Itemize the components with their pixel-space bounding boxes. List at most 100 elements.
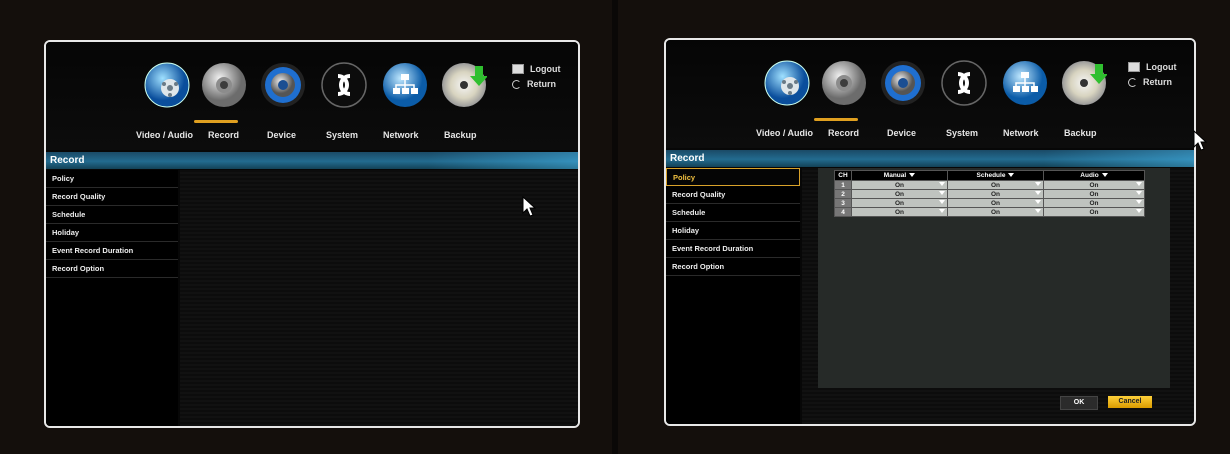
sidebar-item-event-record-duration[interactable]: Event Record Duration — [666, 240, 800, 258]
video-audio-icon[interactable] — [144, 62, 190, 108]
ok-button[interactable]: OK — [1060, 396, 1098, 410]
audio-value: On — [1089, 199, 1099, 207]
menu-title: Record — [670, 153, 705, 164]
table-row: 1 On On On — [834, 180, 1145, 190]
left-screenshot: Video / Audio Record Device System Netwo… — [0, 0, 612, 454]
manual-select[interactable]: On — [851, 189, 948, 199]
manual-select[interactable]: On — [851, 198, 948, 208]
schedule-select[interactable]: On — [947, 189, 1044, 199]
sidebar-item-record-option[interactable]: Record Option — [46, 260, 178, 278]
cancel-button[interactable]: Cancel — [1108, 396, 1152, 408]
chevron-down-icon — [1101, 173, 1108, 178]
nav-label-video-audio[interactable]: Video / Audio — [756, 128, 813, 138]
table-header-row: CH Manual Schedule Audio — [834, 170, 1145, 181]
menu-title: Record — [50, 155, 85, 166]
active-tab-indicator — [814, 118, 858, 121]
top-navigation: Video / Audio Record Device System Netwo… — [666, 40, 1194, 148]
dvr-menu-window: Video / Audio Record Device System Netwo… — [664, 38, 1196, 426]
manual-select[interactable]: On — [851, 180, 948, 190]
dropdown-arrow-icon — [1136, 191, 1142, 195]
logout-button[interactable]: Logout — [512, 64, 561, 74]
schedule-select[interactable]: On — [947, 180, 1044, 190]
sidebar-item-holiday[interactable]: Holiday — [46, 224, 178, 242]
backup-icon[interactable] — [441, 62, 487, 108]
nav-label-device[interactable]: Device — [887, 128, 916, 138]
record-icon[interactable] — [201, 62, 247, 108]
channel-number: 3 — [834, 198, 852, 208]
nav-label-record[interactable]: Record — [208, 130, 239, 140]
network-icon[interactable] — [1002, 60, 1048, 106]
mouse-cursor — [522, 196, 536, 217]
sidebar-item-record-quality[interactable]: Record Quality — [46, 188, 178, 206]
sidebar-item-record-option[interactable]: Record Option — [666, 258, 800, 276]
manual-value: On — [894, 208, 905, 216]
nav-label-system[interactable]: System — [326, 130, 358, 140]
nav-label-device[interactable]: Device — [267, 130, 296, 140]
nav-label-network[interactable]: Network — [383, 130, 419, 140]
nav-label-system[interactable]: System — [946, 128, 978, 138]
network-icon[interactable] — [382, 62, 428, 108]
schedule-select[interactable]: On — [947, 198, 1044, 208]
dropdown-arrow-icon — [1136, 209, 1142, 213]
device-icon[interactable] — [880, 60, 926, 106]
manual-value: On — [894, 181, 905, 189]
device-icon[interactable] — [260, 62, 306, 108]
header-manual[interactable]: Manual — [851, 170, 948, 181]
sidebar-item-holiday[interactable]: Holiday — [666, 222, 800, 240]
logout-icon — [512, 64, 524, 74]
nav-label-video-audio[interactable]: Video / Audio — [136, 130, 193, 140]
menu-title-bar: Record — [46, 152, 578, 169]
return-icon — [512, 79, 521, 89]
dropdown-arrow-icon — [1035, 182, 1041, 186]
audio-select[interactable]: On — [1043, 180, 1145, 190]
audio-select[interactable]: On — [1043, 189, 1145, 199]
manual-value: On — [894, 190, 905, 198]
manual-select[interactable]: On — [851, 207, 948, 217]
content-area — [180, 170, 578, 426]
schedule-select[interactable]: On — [947, 207, 1044, 217]
system-icon[interactable] — [941, 60, 987, 106]
sidebar-item-schedule[interactable]: Schedule — [666, 204, 800, 222]
logout-button[interactable]: Logout — [1128, 62, 1177, 72]
audio-value: On — [1089, 208, 1099, 216]
sidebar-item-record-quality[interactable]: Record Quality — [666, 186, 800, 204]
schedule-value: On — [990, 181, 1001, 189]
sidebar-item-policy[interactable]: Policy — [46, 170, 178, 188]
header-schedule[interactable]: Schedule — [947, 170, 1044, 181]
dropdown-arrow-icon — [1136, 200, 1142, 204]
logout-label: Logout — [530, 64, 561, 74]
audio-select[interactable]: On — [1043, 207, 1145, 217]
sidebar-item-event-record-duration[interactable]: Event Record Duration — [46, 242, 178, 260]
dropdown-arrow-icon — [1035, 209, 1041, 213]
return-button[interactable]: Return — [512, 79, 556, 89]
nav-label-backup[interactable]: Backup — [1064, 128, 1097, 138]
audio-value: On — [1089, 181, 1099, 189]
table-row: 3 On On On — [834, 198, 1145, 208]
sidebar: Policy Record Quality Schedule Holiday E… — [666, 168, 800, 424]
header-ch: CH — [834, 170, 852, 181]
table-row: 2 On On On — [834, 189, 1145, 199]
sidebar-item-policy[interactable]: Policy — [666, 168, 800, 186]
nav-label-network[interactable]: Network — [1003, 128, 1039, 138]
record-icon[interactable] — [821, 60, 867, 106]
header-schedule-label: Schedule — [976, 172, 1006, 179]
dropdown-arrow-icon — [939, 209, 945, 213]
nav-label-record[interactable]: Record — [828, 128, 859, 138]
table-row: 4 On On On — [834, 207, 1145, 217]
nav-label-backup[interactable]: Backup — [444, 130, 477, 140]
dvr-menu-window: Video / Audio Record Device System Netwo… — [44, 40, 580, 428]
return-button[interactable]: Return — [1128, 77, 1172, 87]
header-audio[interactable]: Audio — [1043, 170, 1145, 181]
dropdown-arrow-icon — [939, 191, 945, 195]
menu-title-bar: Record — [666, 150, 1194, 167]
system-icon[interactable] — [321, 62, 367, 108]
chevron-down-icon — [1008, 173, 1015, 178]
manual-value: On — [894, 199, 905, 207]
backup-icon[interactable] — [1061, 60, 1107, 106]
chevron-down-icon — [909, 173, 916, 178]
sidebar-item-schedule[interactable]: Schedule — [46, 206, 178, 224]
video-audio-icon[interactable] — [764, 60, 810, 106]
audio-select[interactable]: On — [1043, 198, 1145, 208]
policy-panel: CH Manual Schedule Audio 1 On On On 2 On… — [818, 168, 1170, 388]
schedule-value: On — [990, 190, 1001, 198]
